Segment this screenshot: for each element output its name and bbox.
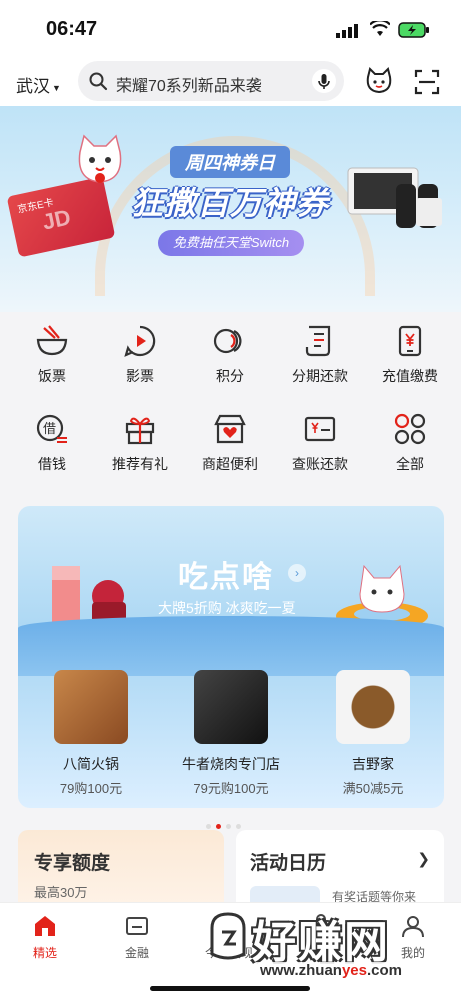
svg-text:借: 借 <box>43 422 56 437</box>
yen-phone-icon <box>398 325 422 357</box>
tab-label: 精选 <box>32 946 57 960</box>
watermark-url-prefix: www.zhuan <box>260 962 342 979</box>
status-bar: 06:47 <box>0 0 461 58</box>
calendar-title: 活动日历 <box>250 853 327 874</box>
wagyu-image <box>194 670 268 744</box>
search-icon <box>89 72 108 91</box>
shop-card[interactable]: 八简火锅 79购100元 <box>26 670 156 797</box>
cellular-signal-icon <box>336 24 358 38</box>
shop-name: 八简火锅 <box>63 756 119 772</box>
shop-card[interactable]: 牛者烧肉专门店 79元购100元 <box>166 670 296 797</box>
quota-title: 专享额度 <box>34 853 111 874</box>
water-decoration <box>18 616 444 676</box>
carousel-dot <box>206 824 211 829</box>
shop-name: 吉野家 <box>352 756 394 772</box>
battery-charging-icon <box>398 22 429 38</box>
tab-label: 金融 <box>124 946 149 960</box>
voice-search-button[interactable] <box>312 69 336 93</box>
loan-icon: 借 <box>36 414 67 443</box>
service-label: 积分 <box>216 368 244 384</box>
service-label: 饭票 <box>38 368 66 384</box>
top-header: 武汉 ▼ 荣耀70系列新品来袭 <box>0 58 461 106</box>
switch-console-image <box>347 167 442 228</box>
chevron-right-icon[interactable]: › <box>288 564 306 582</box>
finance-card-icon <box>126 917 148 935</box>
service-label: 影票 <box>126 368 154 384</box>
shop-card[interactable]: 吉野家 满50减5元 <box>308 670 438 797</box>
location-label: 武汉 <box>16 77 50 96</box>
service-label: 借钱 <box>38 456 66 472</box>
food-title: 吃点啥 <box>178 561 274 594</box>
gift-card-mark: JD <box>40 204 73 235</box>
service-label: 全部 <box>396 456 424 472</box>
promo-banner[interactable]: 京东E卡 JD 周四神券日 狂撒百万神券 免费抽任天堂Switch <box>0 106 461 312</box>
service-all[interactable]: 全部 <box>364 412 456 492</box>
bill-card-icon <box>304 416 336 442</box>
all-grid-icon <box>394 413 426 445</box>
cat-mascot-message-icon[interactable] <box>364 67 394 95</box>
service-label: 商超便利 <box>202 456 258 472</box>
beef-bowl-image <box>336 670 410 744</box>
points-coins-icon <box>213 328 242 354</box>
tab-featured[interactable]: 精选 <box>0 913 90 961</box>
quota-subtitle: 最高30万 <box>34 885 88 900</box>
food-promo-card[interactable]: 吃点啥 › 大牌5折购 冰爽吃一夏 八简火锅 79购100元 牛者烧肉专门店 7… <box>18 506 444 808</box>
service-movie-ticket[interactable]: 影票 <box>94 324 186 404</box>
caret-down-icon: ▼ <box>52 82 61 93</box>
home-indicator <box>150 986 310 991</box>
shop-deal: 79元购100元 <box>193 781 269 796</box>
tab-finance[interactable]: 金融 <box>92 913 182 961</box>
watermark: 好赚网 www.zhuanyes.com <box>204 902 454 986</box>
banner-subtitle: 周四神券日 <box>170 146 290 178</box>
shop-deal: 满50减5元 <box>342 781 404 796</box>
carousel-dot <box>226 824 231 829</box>
gift-icon <box>125 417 155 445</box>
location-selector[interactable]: 武汉 ▼ <box>16 72 61 97</box>
service-label: 分期还款 <box>292 368 348 384</box>
service-top-up[interactable]: 充值缴费 <box>364 324 456 404</box>
service-bill-check[interactable]: 查账还款 <box>274 412 366 492</box>
search-placeholder: 荣耀70系列新品来袭 <box>116 78 262 95</box>
banner-cta-pill[interactable]: 免费抽任天堂Switch <box>158 230 304 256</box>
service-label: 查账还款 <box>292 456 348 472</box>
watermark-logo-icon <box>210 912 246 960</box>
search-bar[interactable]: 荣耀70系列新品来袭 <box>78 61 344 101</box>
store-heart-icon <box>214 414 246 444</box>
wifi-icon <box>370 21 390 36</box>
status-time: 06:47 <box>46 18 98 40</box>
watermark-url-suffix: .com <box>366 962 402 979</box>
service-meal-ticket[interactable]: 饭票 <box>6 324 98 404</box>
shop-name: 牛者烧肉专门店 <box>182 756 280 772</box>
scan-icon[interactable] <box>414 69 440 95</box>
service-points[interactable]: 积分 <box>184 324 276 404</box>
service-referral[interactable]: 推荐有礼 <box>94 412 186 492</box>
service-convenience[interactable]: 商超便利 <box>184 412 276 492</box>
watermark-url: www.zhuanyes.com <box>256 962 406 979</box>
service-label: 充值缴费 <box>382 368 438 384</box>
service-grid: 饭票 影票 积分 分期还款 充值缴费 借 借钱 推荐有礼 商超便利 查账还款 全… <box>0 312 461 498</box>
carousel-dot-active <box>216 824 221 829</box>
service-loan[interactable]: 借 借钱 <box>6 412 98 492</box>
shop-deal: 79购100元 <box>59 781 123 796</box>
bowl-icon <box>36 325 68 356</box>
watermark-text: 好赚网 <box>252 918 390 967</box>
service-label: 推荐有礼 <box>112 456 168 472</box>
carousel-dot <box>236 824 241 829</box>
microphone-icon <box>318 74 330 89</box>
watermark-url-highlight: yes <box>341 962 367 979</box>
banner-title: 狂撒百万神券 <box>130 185 329 221</box>
home-icon <box>35 916 55 936</box>
chevron-right-icon[interactable]: ❯ <box>417 850 430 868</box>
service-installment[interactable]: 分期还款 <box>274 324 366 404</box>
food-subtitle: 大牌5折购 冰爽吃一夏 <box>158 600 296 616</box>
movie-play-icon <box>124 325 156 357</box>
hotpot-image <box>54 670 128 744</box>
installment-bill-icon <box>305 325 331 357</box>
